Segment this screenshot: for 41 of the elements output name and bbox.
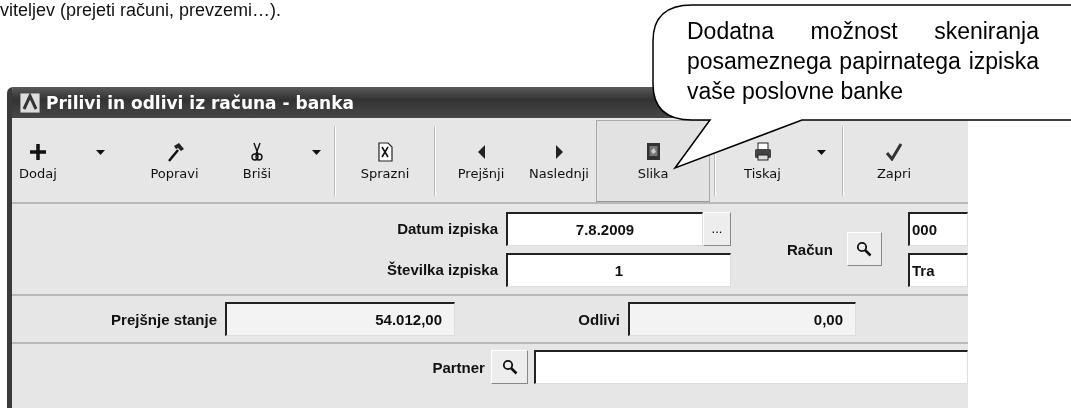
- field-label: Odlivi: [577, 310, 620, 328]
- search-button[interactable]: [846, 232, 882, 266]
- caret-icon: [311, 150, 321, 155]
- date-field[interactable]: 7.8.2009: [506, 211, 703, 246]
- scissors-icon: [251, 141, 263, 162]
- toolbar-button[interactable]: Naslednji: [522, 120, 596, 202]
- checkmark-icon: [885, 142, 903, 161]
- caret-icon: [817, 150, 826, 155]
- field-label: Račun: [787, 240, 833, 258]
- field-label: Številka izpiska: [386, 261, 498, 278]
- partner-field[interactable]: [534, 350, 968, 384]
- field-label: Prejšnje stanje: [110, 310, 217, 328]
- number-field[interactable]: 1: [506, 252, 731, 287]
- plus-icon: [28, 141, 48, 162]
- search-icon: [856, 241, 873, 257]
- search-icon: [501, 359, 518, 375]
- balance-field: 54.012,00: [225, 302, 455, 336]
- toolbar-button[interactable]: Prejšnji: [440, 120, 522, 202]
- account-number-field[interactable]: 000: [908, 211, 968, 246]
- intro-text: viteljev (prejeti računi, prevzemi…).: [0, 0, 282, 21]
- date-picker-button[interactable]: ...: [703, 211, 731, 246]
- field-label: Datum izpiska: [396, 220, 498, 237]
- caret-icon: [96, 150, 105, 155]
- printer-icon: [753, 142, 772, 161]
- picture-frame-icon: [646, 143, 660, 160]
- outflow-field: 0,00: [628, 302, 856, 336]
- toolbar-button[interactable]: Popravi: [137, 120, 212, 202]
- app-icon: [20, 92, 40, 113]
- callout-text: Dodatna možnost skeniranja posameznega papirnatega izpiska vaše poslovne banke: [687, 17, 1039, 106]
- next-icon: [555, 144, 563, 159]
- previous-icon: [477, 144, 485, 159]
- toolbar-button[interactable]: Zapri: [848, 120, 940, 202]
- toolbar-button[interactable]: Dodaj: [12, 120, 64, 202]
- field-label: Partner: [431, 358, 485, 376]
- account-name-field[interactable]: Tra: [908, 252, 968, 287]
- toolbar-button[interactable]: Briši: [212, 120, 302, 202]
- toolbar-button[interactable]: Sprazni: [340, 120, 430, 202]
- document-icon: [377, 141, 393, 162]
- toolbar-button[interactable]: Slika: [596, 120, 710, 202]
- window-title: Prilivi in odlivi iz računa - banka: [46, 92, 354, 113]
- search-button[interactable]: [490, 350, 529, 384]
